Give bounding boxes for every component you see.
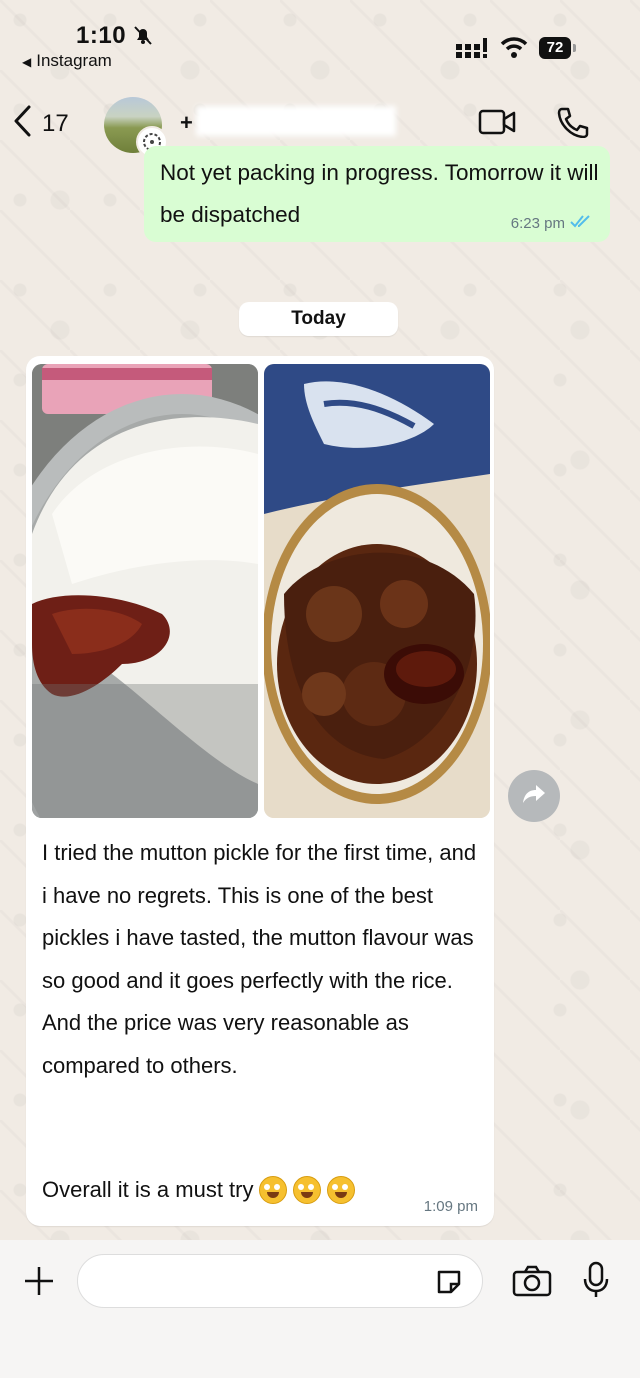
video-call-icon[interactable] — [478, 108, 518, 141]
incoming-message-last-text: Overall it is a must try — [42, 1177, 254, 1202]
phone-icon[interactable] — [556, 106, 590, 143]
star-struck-emoji-3 — [327, 1176, 356, 1204]
outgoing-message-time: 6:23 pm — [510, 214, 565, 232]
back-triangle-icon: ◀ — [22, 55, 32, 69]
mic-icon[interactable] — [582, 1261, 610, 1304]
incoming-message-last-line: Overall it is a must try — [42, 1176, 356, 1204]
unread-count: 17 — [42, 109, 69, 137]
double-check-icon — [570, 214, 592, 232]
forward-button[interactable] — [508, 770, 560, 822]
forward-icon — [522, 783, 546, 810]
photo-rice-with-pickle[interactable] — [32, 364, 258, 818]
incoming-message-bubble[interactable]: I tried the mutton pickle for the first … — [26, 356, 494, 1226]
plus-icon[interactable] — [22, 1264, 56, 1303]
photo-mutton-pickle-bowl[interactable] — [264, 364, 490, 818]
outgoing-message-bubble[interactable]: Not yet packing in progress. Tomorrow it… — [144, 146, 610, 242]
back-button[interactable]: 17 — [12, 104, 69, 143]
incoming-message-time: 1:09 pm — [423, 1198, 478, 1215]
star-struck-emoji-1 — [259, 1176, 288, 1204]
camera-icon[interactable] — [512, 1265, 552, 1302]
bell-slash-icon — [132, 24, 154, 51]
back-app-label: Instagram — [36, 51, 112, 70]
sticker-icon[interactable] — [434, 1267, 464, 1302]
redacted-name-overlay — [196, 106, 396, 136]
chevron-left-icon — [12, 104, 32, 143]
date-separator: Today — [239, 302, 398, 336]
back-to-instagram-link[interactable]: ◀ Instagram — [22, 51, 112, 71]
signal-icon — [456, 38, 490, 65]
star-struck-emoji-2 — [293, 1176, 322, 1204]
battery-indicator: 72 — [539, 37, 571, 59]
contact-name[interactable]: + — [180, 110, 193, 136]
status-time: 1:10 — [76, 22, 127, 49]
incoming-message-text: I tried the mutton pickle for the first … — [42, 840, 483, 1078]
wifi-icon — [500, 36, 528, 63]
battery-cap — [573, 44, 576, 52]
message-input[interactable] — [77, 1254, 483, 1308]
outgoing-message-meta: 6:23 pm — [511, 214, 592, 232]
